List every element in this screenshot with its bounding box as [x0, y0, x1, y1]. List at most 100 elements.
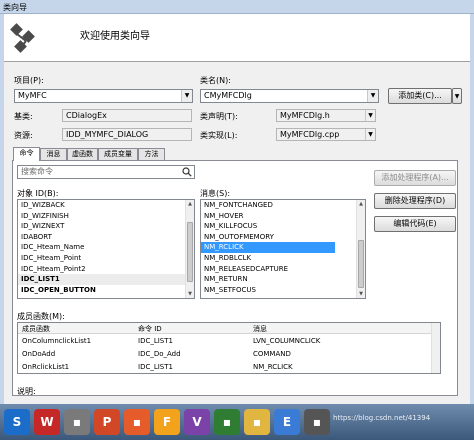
messages-list[interactable]: NM_FONTCHANGED NM_HOVER NM_KILLFOCUS NM_…: [200, 199, 366, 299]
scroll-down-icon[interactable]: ▼: [357, 290, 365, 298]
taskbar-app-icon[interactable]: F: [154, 409, 180, 435]
class-decl-value: MyMFCDlg.h: [280, 111, 330, 120]
class-decl-field[interactable]: MyMFCDlg.h ▼: [276, 109, 376, 122]
taskbar-app-icon[interactable]: ▪: [214, 409, 240, 435]
add-class-button[interactable]: 添加类(C)...: [388, 88, 452, 104]
classname-value: CMyMFCDlg: [204, 91, 252, 100]
cell-function: OnColumnclickList1: [22, 337, 92, 345]
list-item[interactable]: ID_WIZFINISH: [18, 211, 194, 222]
table-scrollbar[interactable]: [431, 323, 440, 373]
class-impl-value: MyMFCDlg.cpp: [280, 130, 340, 139]
chevron-down-icon[interactable]: ▼: [181, 90, 192, 102]
delete-handler-button[interactable]: 删除处理程序(D): [374, 193, 456, 209]
app-glyph: ▪: [252, 415, 262, 429]
app-glyph: E: [282, 415, 292, 429]
cell-function: OnRclickList1: [22, 363, 70, 371]
list-item-selected[interactable]: NM_RCLICK: [201, 242, 335, 253]
scroll-thumb[interactable]: [358, 240, 364, 288]
list-item[interactable]: NM_KILLFOCUS: [201, 221, 365, 232]
search-input[interactable]: 搜索命令: [17, 165, 195, 179]
list-item[interactable]: IDC_LIST1: [18, 274, 194, 285]
column-header-message[interactable]: 消息: [253, 324, 267, 334]
resource-field: IDD_MYMFC_DIALOG: [62, 128, 192, 141]
tab-messages[interactable]: 消息: [40, 148, 67, 160]
list-item[interactable]: NM_RDBLCLK: [201, 253, 365, 264]
app-glyph: F: [162, 415, 172, 429]
tab-member-variables[interactable]: 成员变量: [98, 148, 138, 160]
add-handler-button[interactable]: 添加处理程序(A)...: [374, 170, 456, 186]
search-icon[interactable]: [182, 167, 192, 177]
list-item[interactable]: NM_RETURN: [201, 274, 365, 285]
table-row[interactable]: OnColumnclickList1 IDC_LIST1 LVN_COLUMNC…: [18, 336, 440, 347]
taskbar-app-icon[interactable]: ▪: [244, 409, 270, 435]
column-header-function[interactable]: 成员函数: [22, 324, 50, 334]
taskbar-app-icon[interactable]: P: [94, 409, 120, 435]
list-item[interactable]: ID_WIZBACK: [18, 200, 194, 211]
table-row[interactable]: OnRclickList1 IDC_LIST1 NM_RCLICK: [18, 362, 440, 373]
chevron-down-icon[interactable]: ▼: [367, 90, 378, 102]
cell-function: OnDoAdd: [22, 350, 56, 358]
list-item[interactable]: IDC_Hteam_Point2: [18, 264, 194, 275]
resource-value: IDD_MYMFC_DIALOG: [66, 130, 149, 139]
scroll-thumb[interactable]: [187, 222, 193, 282]
messages-scrollbar[interactable]: ▲ ▼: [356, 200, 365, 298]
object-ids-scrollbar[interactable]: ▲ ▼: [185, 200, 194, 298]
list-item[interactable]: ID_WIZNEXT: [18, 221, 194, 232]
window-title: 类向导: [3, 3, 27, 12]
object-ids-label: 对象 ID(B):: [17, 189, 59, 198]
add-class-label: 添加类(C)...: [398, 91, 442, 100]
add-class-dropdown[interactable]: ▼: [452, 88, 462, 104]
messages-label: 消息(S):: [200, 189, 231, 198]
classname-combo[interactable]: CMyMFCDlg ▼: [200, 89, 379, 103]
chevron-down-icon[interactable]: ▼: [365, 110, 375, 121]
list-item[interactable]: NM_HOVER: [201, 211, 365, 222]
table-row[interactable]: OnDoAdd IDC_Do_Add COMMAND: [18, 349, 440, 360]
taskbar-app-icon[interactable]: E: [274, 409, 300, 435]
project-value: MyMFC: [18, 91, 47, 100]
app-glyph: ▪: [312, 415, 322, 429]
taskbar-app-icon[interactable]: S: [4, 409, 30, 435]
object-ids-list[interactable]: ID_WIZBACK ID_WIZFINISH ID_WIZNEXT IDABO…: [17, 199, 195, 299]
resource-label: 资源:: [14, 131, 33, 140]
app-glyph: P: [102, 415, 112, 429]
taskbar: S W ▪ P ▪ F V ▪ ▪ E ▪ https://blog.csdn.…: [0, 404, 474, 440]
base-class-label: 基类:: [14, 112, 33, 121]
list-item[interactable]: IDC_OPEN_BUTTON: [18, 285, 194, 296]
chevron-down-icon: ▼: [454, 93, 460, 100]
taskbar-app-icon[interactable]: W: [34, 409, 60, 435]
list-item[interactable]: NM_RELEASEDCAPTURE: [201, 264, 365, 275]
list-item[interactable]: IDC_Hteam_Name: [18, 242, 194, 253]
scroll-down-icon[interactable]: ▼: [186, 290, 194, 298]
taskbar-app-icon[interactable]: ▪: [304, 409, 330, 435]
header-title: 欢迎使用类向导: [80, 31, 150, 42]
project-combo[interactable]: MyMFC ▼: [14, 89, 193, 103]
class-impl-field[interactable]: MyMFCDlg.cpp ▼: [276, 128, 376, 141]
cell-message: NM_RCLICK: [253, 363, 293, 371]
tab-methods[interactable]: 方法: [138, 148, 165, 160]
cell-command-id: IDC_LIST1: [138, 363, 173, 371]
taskbar-app-icon[interactable]: ▪: [64, 409, 90, 435]
tab-commands[interactable]: 命令: [13, 147, 40, 161]
taskbar-app-icon[interactable]: V: [184, 409, 210, 435]
tab-virtual-functions[interactable]: 虚函数: [67, 148, 98, 160]
list-item[interactable]: IDC_Hteam_Point: [18, 253, 194, 264]
base-class-field: CDialogEx: [62, 109, 192, 122]
edit-code-button[interactable]: 编辑代码(E): [374, 216, 456, 232]
column-header-command-id[interactable]: 命令 ID: [138, 324, 162, 334]
list-item[interactable]: NM_FONTCHANGED: [201, 200, 365, 211]
scroll-up-icon[interactable]: ▲: [357, 200, 365, 208]
cell-message: COMMAND: [253, 350, 291, 358]
list-item[interactable]: NM_OUTOFMEMORY: [201, 232, 365, 243]
taskbar-app-icon[interactable]: ▪: [124, 409, 150, 435]
scroll-up-icon[interactable]: ▲: [186, 200, 194, 208]
chevron-down-icon[interactable]: ▼: [365, 129, 375, 140]
cell-message: LVN_COLUMNCLICK: [253, 337, 321, 345]
app-glyph: ▪: [222, 415, 232, 429]
project-label: 项目(P):: [14, 76, 44, 85]
member-functions-table[interactable]: 成员函数 命令 ID 消息 OnColumnclickList1 IDC_LIS…: [17, 322, 441, 374]
app-glyph: ▪: [132, 415, 142, 429]
search-placeholder: 搜索命令: [21, 167, 53, 176]
list-item[interactable]: NM_SETFOCUS: [201, 285, 365, 296]
edit-code-label: 编辑代码(E): [393, 219, 437, 228]
list-item[interactable]: IDABORT: [18, 232, 194, 243]
